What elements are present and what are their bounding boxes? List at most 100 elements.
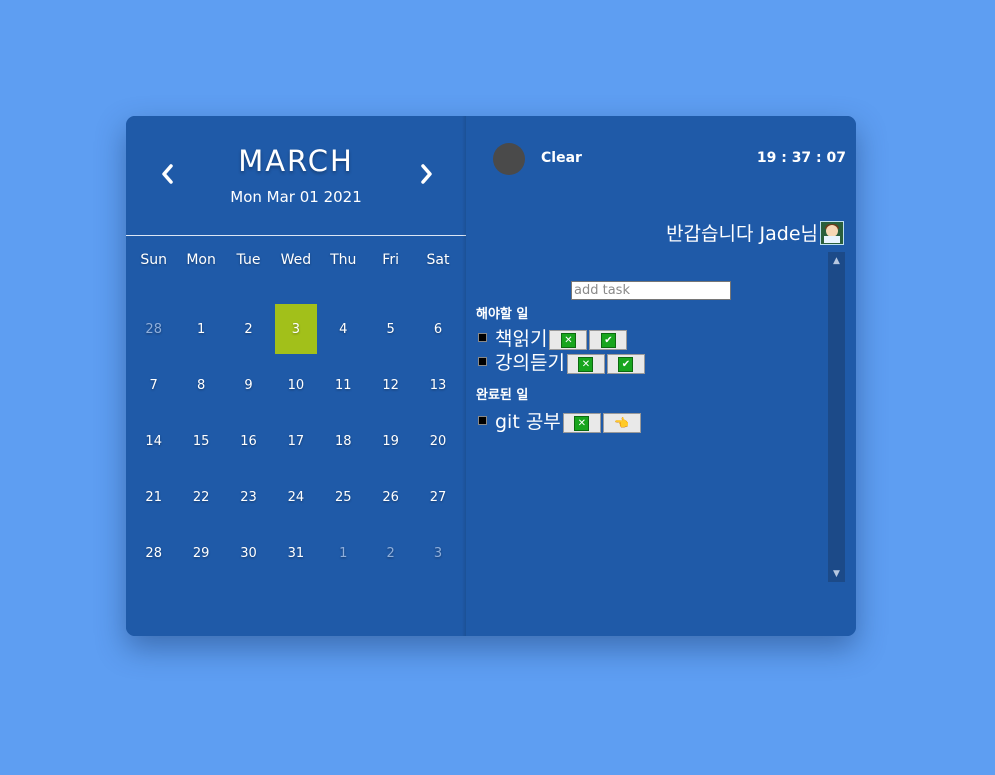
day-number: 5: [386, 321, 395, 337]
weekday-label: Wed: [280, 252, 312, 268]
greeting: 반갑습니다 Jade님: [666, 219, 844, 246]
day-number: 10: [287, 377, 305, 393]
calendar-day[interactable]: 2: [367, 525, 414, 581]
scroll-down-icon[interactable]: ▼: [828, 565, 845, 582]
pointing-hand-icon: 👈: [614, 416, 630, 430]
clear-button[interactable]: Clear: [541, 150, 582, 166]
calendar-day[interactable]: 10: [272, 357, 319, 413]
weekday-label: Thu: [330, 252, 357, 268]
calendar-day[interactable]: 14: [130, 413, 177, 469]
day-number: 3: [433, 545, 443, 561]
day-number: 1: [339, 545, 348, 561]
calendar-day[interactable]: 1: [177, 301, 224, 357]
list-item: 강의듣기 ✕ ✔: [478, 352, 645, 374]
calendar-day[interactable]: 16: [225, 413, 272, 469]
calendar-day[interactable]: 8: [177, 357, 224, 413]
done-title: 완료된 일: [476, 388, 529, 403]
calendar-day[interactable]: 1: [320, 525, 367, 581]
todo-scrollbar[interactable]: ▲ ▼: [828, 252, 845, 582]
check-icon: ✔: [618, 356, 634, 372]
calendar-day[interactable]: 27: [414, 469, 461, 525]
delete-task-button[interactable]: ✕: [549, 330, 588, 350]
day-number: 25: [334, 489, 352, 505]
calendar-grid: 28 1 2 3 4 5 6 7 8 9 10 11 12 13 14 15 16 17 18 19 20 21 22 23 2…: [130, 301, 462, 581]
add-task-input[interactable]: [571, 281, 731, 300]
day-number: 20: [429, 433, 447, 449]
calendar-panel: MARCH Mon Mar 01 2021 Sun Mon Tue Wed Thu Fri…: [126, 116, 466, 636]
calendar-day[interactable]: 17: [272, 413, 319, 469]
day-number: 19: [382, 433, 399, 449]
day-number: 27: [429, 489, 447, 505]
calendar-day[interactable]: 12: [367, 357, 414, 413]
day-number: 28: [145, 545, 162, 561]
day-number: 29: [192, 545, 210, 561]
day-number: 2: [244, 321, 253, 337]
day-number: 21: [145, 489, 162, 505]
delete-task-button[interactable]: ✕: [566, 354, 605, 374]
day-number: 23: [240, 489, 257, 505]
calendar-day[interactable]: 4: [320, 301, 367, 357]
complete-task-button[interactable]: ✔: [606, 354, 645, 374]
calendar-day[interactable]: 21: [130, 469, 177, 525]
calendar-day-today[interactable]: 3: [272, 301, 319, 357]
calendar-day[interactable]: 9: [225, 357, 272, 413]
calendar-day[interactable]: 31: [272, 525, 319, 581]
pending-title: 해야할 일: [476, 307, 529, 322]
day-number: 24: [287, 489, 305, 505]
calendar-day[interactable]: 28: [130, 301, 177, 357]
day-number: 28: [145, 321, 162, 337]
day-number: 4: [339, 321, 348, 337]
calendar-day[interactable]: 22: [177, 469, 224, 525]
calendar-day[interactable]: 20: [414, 413, 461, 469]
list-item: 책읽기 ✕ ✔: [478, 328, 628, 350]
calendar-day[interactable]: 15: [177, 413, 224, 469]
day-number: 26: [382, 489, 399, 505]
user-avatar-icon: [820, 220, 844, 245]
calendar-day[interactable]: 6: [414, 301, 461, 357]
day-number: 14: [145, 433, 162, 449]
calendar-day[interactable]: 3: [414, 525, 461, 581]
calendar-day[interactable]: 25: [320, 469, 367, 525]
greeting-text: 반갑습니다 Jade님: [666, 223, 818, 245]
next-month-button[interactable]: [416, 162, 436, 186]
calendar-divider: [126, 235, 466, 236]
day-number: 15: [192, 433, 210, 449]
list-item: git 공부 ✕ 👈: [478, 411, 641, 433]
calendar-day[interactable]: 7: [130, 357, 177, 413]
chevron-right-icon: [421, 164, 432, 184]
calendar-day[interactable]: 5: [367, 301, 414, 357]
day-number: 18: [334, 433, 352, 449]
weekday-header: Sun Mon Tue Wed Thu Fri Sat: [130, 252, 462, 268]
calendar-day[interactable]: 24: [272, 469, 319, 525]
calendar-day[interactable]: 23: [225, 469, 272, 525]
clock: 19 : 37 : 07: [756, 150, 846, 166]
calendar-day[interactable]: 26: [367, 469, 414, 525]
calendar-day[interactable]: 11: [320, 357, 367, 413]
calendar-day[interactable]: 28: [130, 525, 177, 581]
weekday-label: Sat: [426, 252, 450, 268]
x-icon: ✕: [560, 332, 576, 348]
calendar-day[interactable]: 18: [320, 413, 367, 469]
scroll-up-icon[interactable]: ▲: [828, 252, 845, 269]
delete-task-button[interactable]: ✕: [562, 413, 601, 433]
check-icon: ✔: [600, 332, 616, 348]
bullet-icon: [478, 357, 487, 366]
avatar: [493, 143, 525, 175]
day-number: 1: [196, 321, 206, 337]
calendar-day[interactable]: 2: [225, 301, 272, 357]
day-number: 22: [192, 489, 210, 505]
restore-task-button[interactable]: 👈: [602, 413, 641, 433]
day-number: 31: [287, 545, 305, 561]
day-number: 12: [382, 377, 399, 393]
calendar-day[interactable]: 19: [367, 413, 414, 469]
day-number: 8: [196, 377, 206, 393]
day-number: 16: [240, 433, 257, 449]
calendar-day[interactable]: 30: [225, 525, 272, 581]
day-number: 2: [386, 545, 395, 561]
complete-task-button[interactable]: ✔: [589, 330, 628, 350]
calendar-day[interactable]: 29: [177, 525, 224, 581]
day-number: 6: [433, 321, 443, 337]
task-text: 책읽기: [495, 328, 548, 350]
weekday-label: Mon: [186, 252, 216, 268]
calendar-day[interactable]: 13: [414, 357, 461, 413]
